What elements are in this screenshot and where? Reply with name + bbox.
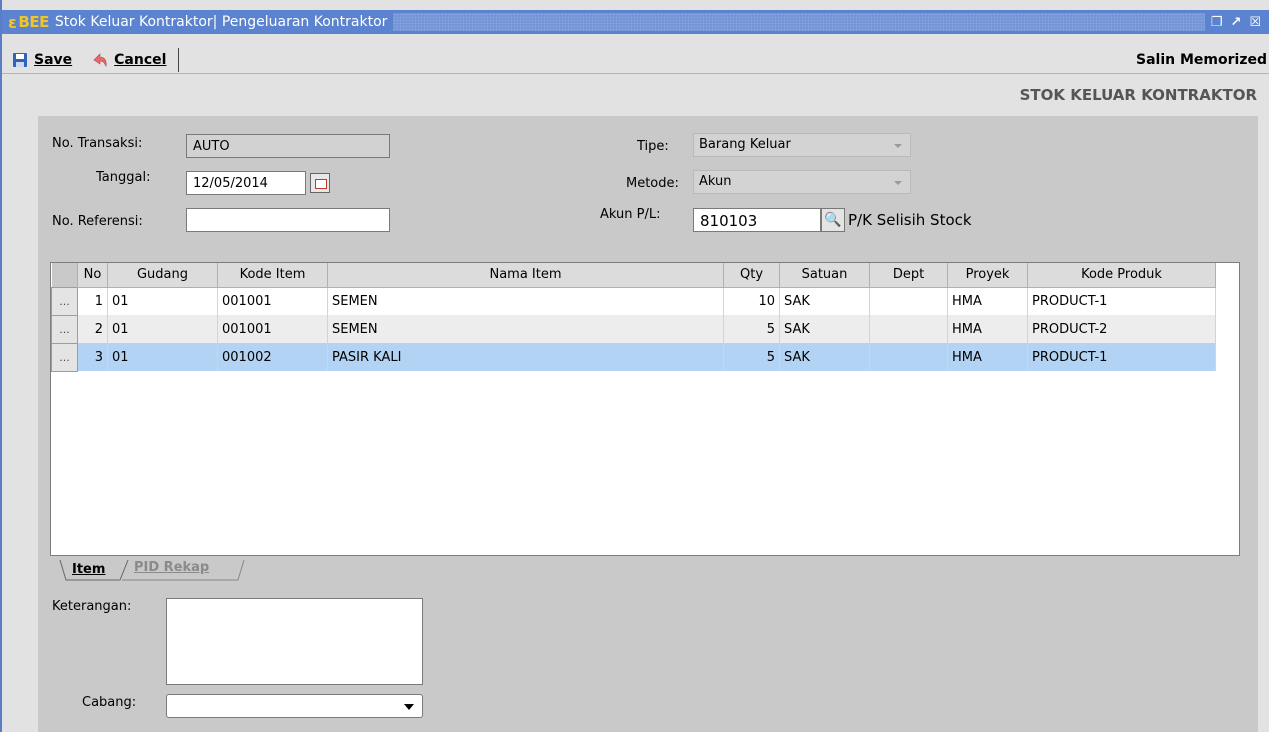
cell-gudang: 01 [107, 315, 218, 343]
chevron-down-icon [894, 181, 902, 185]
tab-pid-rekap[interactable]: PID Rekap [134, 560, 209, 575]
cell-qty: 5 [723, 343, 780, 371]
cancel-button[interactable]: Cancel [82, 46, 176, 73]
no-transaksi-field[interactable]: AUTO [186, 134, 390, 158]
cell-kode-item: 001001 [217, 287, 328, 315]
tipe-value: Barang Keluar [699, 137, 791, 152]
cell-proyek: HMA [947, 287, 1028, 315]
col-header-kode-item[interactable]: Kode Item [217, 263, 328, 288]
col-header-gudang[interactable]: Gudang [107, 263, 218, 288]
keterangan-label: Keterangan: [52, 599, 132, 614]
row-detail-button[interactable]: ... [51, 286, 78, 316]
col-header-satuan[interactable]: Satuan [779, 263, 870, 288]
akun-pl-field[interactable]: 810103 [693, 208, 821, 232]
cell-kode-item: 001001 [217, 315, 328, 343]
col-header-kode-produk[interactable]: Kode Produk [1027, 263, 1216, 288]
bee-logo: ε BEE [8, 13, 49, 32]
tanggal-field[interactable]: 12/05/2014 [186, 171, 306, 195]
metode-select[interactable]: Akun [693, 170, 911, 194]
row-detail-button[interactable]: ... [51, 314, 78, 344]
tipe-label: Tipe: [637, 139, 669, 154]
cell-kode-produk: PRODUCT-1 [1027, 343, 1216, 371]
metode-label: Metode: [626, 176, 679, 191]
col-header-proyek[interactable]: Proyek [947, 263, 1028, 288]
col-header-qty[interactable]: Qty [723, 263, 780, 288]
undo-arrow-icon [92, 52, 108, 68]
cell-satuan: SAK [779, 315, 870, 343]
cell-qty: 10 [723, 287, 780, 315]
cell-kode-produk: PRODUCT-2 [1027, 315, 1216, 343]
no-transaksi-label: No. Transaksi: [52, 136, 143, 151]
cell-no: 1 [77, 287, 108, 315]
section-title: STOK KELUAR KONTRAKTOR [1019, 86, 1257, 104]
col-header-no[interactable]: No [77, 263, 108, 288]
cell-dept [869, 315, 948, 343]
col-header-nama-item[interactable]: Nama Item [327, 263, 724, 288]
tanggal-label: Tanggal: [96, 170, 151, 185]
salin-memorized-button[interactable]: Salin Memorized [1136, 52, 1267, 68]
cell-no: 2 [77, 315, 108, 343]
cell-kode-item: 001002 [217, 343, 328, 371]
save-button[interactable]: Save [2, 46, 82, 73]
cell-nama-item: PASIR KALI [327, 343, 724, 371]
cell-gudang: 01 [107, 343, 218, 371]
no-referensi-label: No. Referensi: [52, 214, 143, 229]
cell-satuan: SAK [779, 343, 870, 371]
cell-kode-produk: PRODUCT-1 [1027, 287, 1216, 315]
cell-no: 3 [77, 343, 108, 371]
close-icon[interactable]: ☒ [1249, 15, 1261, 30]
restore-icon[interactable]: ❐ [1211, 15, 1223, 30]
row-detail-button[interactable]: ... [51, 342, 78, 372]
search-icon[interactable]: 🔍 [821, 208, 845, 232]
table-row[interactable]: ... 1 01 001001 SEMEN 10 SAK HMA PRODUCT… [51, 286, 1216, 316]
maximize-icon[interactable]: ↗ [1230, 15, 1241, 30]
cell-dept [869, 343, 948, 371]
tab-item[interactable]: Item [72, 562, 105, 577]
cell-nama-item: SEMEN [327, 287, 724, 315]
table-row[interactable]: ... 2 01 001001 SEMEN 5 SAK HMA PRODUCT-… [51, 314, 1216, 344]
table-row-selected[interactable]: ... 3 01 001002 PASIR KALI 5 SAK HMA PRO… [51, 342, 1216, 372]
col-header-dept[interactable]: Dept [869, 263, 948, 288]
chevron-down-icon [894, 144, 902, 148]
app-window: ε BEE Stok Keluar Kontraktor| Pengeluara… [0, 0, 1269, 732]
title-bar: ε BEE Stok Keluar Kontraktor| Pengeluara… [2, 10, 1269, 34]
toolbar-divider [178, 47, 180, 72]
cell-nama-item: SEMEN [327, 315, 724, 343]
bee-logo-icon: ε [8, 12, 17, 32]
no-referensi-field[interactable] [186, 208, 390, 232]
cell-qty: 5 [723, 315, 780, 343]
cancel-label: Cancel [114, 51, 167, 68]
cell-dept [869, 287, 948, 315]
grid-corner [51, 263, 78, 287]
cell-proyek: HMA [947, 343, 1028, 371]
cabang-label: Cabang: [82, 695, 137, 710]
toolbar: Save Cancel Salin Memorized [2, 46, 1269, 74]
keterangan-textarea[interactable] [166, 598, 423, 685]
calendar-icon[interactable] [310, 173, 330, 193]
cell-satuan: SAK [779, 287, 870, 315]
tab-pid-rekap-label: PID Rekap [134, 560, 210, 575]
items-grid: No Gudang Kode Item Nama Item Qty Satuan… [50, 262, 1240, 556]
cell-proyek: HMA [947, 315, 1028, 343]
akun-description: P/K Selisih Stock [848, 211, 972, 229]
title-bar-pattern [393, 13, 1205, 31]
cell-gudang: 01 [107, 287, 218, 315]
logo-text: BEE [18, 13, 49, 31]
tipe-select[interactable]: Barang Keluar [693, 133, 911, 157]
save-label: Save [34, 51, 73, 68]
floppy-disk-icon [12, 52, 28, 68]
chevron-down-icon [404, 704, 414, 710]
tab-item-label: Item [72, 562, 106, 577]
akun-pl-label: Akun P/L: [600, 207, 661, 222]
metode-value: Akun [699, 174, 732, 189]
grid-header-row: No Gudang Kode Item Nama Item Qty Satuan… [51, 263, 1216, 288]
window-title: Stok Keluar Kontraktor| Pengeluaran Kont… [54, 14, 388, 30]
cabang-select[interactable] [166, 694, 423, 718]
